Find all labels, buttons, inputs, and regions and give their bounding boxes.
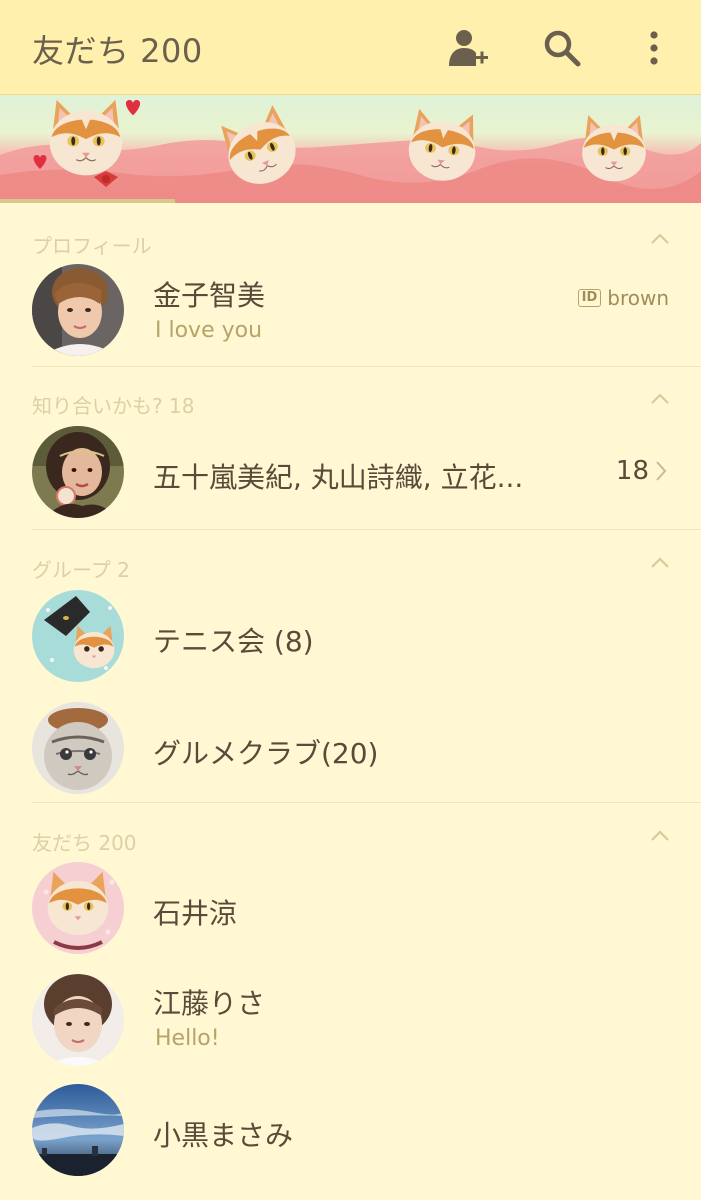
avatar (32, 264, 124, 356)
suggested-count: 18 (615, 456, 649, 486)
avatar (32, 702, 124, 794)
section-divider (32, 366, 701, 367)
id-badge: ID brown (577, 286, 669, 310)
section-label-friends: 友だち 200 (32, 831, 137, 855)
collapse-caret-icon[interactable] (649, 388, 671, 410)
cat-banner-illustration (0, 99, 701, 203)
search-icon[interactable] (540, 26, 584, 70)
suggested-friends-row[interactable]: 五十嵐美紀, 丸山詩織, 立花... 18 (0, 418, 701, 528)
collapse-caret-icon[interactable] (649, 825, 671, 847)
suggested-friends-names: 五十嵐美紀, 丸山詩織, 立花... (153, 461, 524, 494)
group-name: グルメクラブ(20) (153, 737, 379, 770)
section-header-suggested: 知り合いかも? 18 (0, 382, 701, 422)
friend-row[interactable]: 小黒まさみ (0, 1076, 701, 1186)
banner-page-indicator (0, 199, 701, 203)
avatar (32, 426, 124, 518)
profile-banner[interactable] (0, 95, 701, 203)
friend-status-message: Hello! (155, 1026, 220, 1051)
friend-row[interactable]: 江藤りさ Hello! (0, 966, 701, 1076)
friend-name: 江藤りさ (153, 987, 266, 1020)
profile-name: 金子智美 (153, 279, 266, 312)
section-divider (32, 529, 701, 530)
friend-name: 石井涼 (153, 897, 238, 930)
collapse-caret-icon[interactable] (649, 552, 671, 574)
avatar (32, 590, 124, 682)
group-row-tennis[interactable]: テニス会 (8) (0, 582, 701, 692)
profile-status-message: I love you (155, 318, 263, 343)
id-box-icon: ID (577, 289, 602, 307)
avatar (32, 1084, 124, 1176)
add-friend-icon[interactable] (446, 26, 490, 70)
chevron-right-icon (656, 461, 667, 481)
friend-name: 小黒まさみ (153, 1119, 294, 1152)
section-label-profile: プロフィール (32, 234, 152, 258)
group-row-gourmet[interactable]: グルメクラブ(20) (0, 694, 701, 804)
id-value: brown (607, 286, 669, 310)
friend-row[interactable]: 石井涼 (0, 856, 701, 966)
group-name: テニス会 (8) (153, 625, 314, 658)
avatar (32, 974, 124, 1066)
section-header-groups: グループ 2 (0, 546, 701, 586)
banner-page-indicator-fill (0, 199, 176, 203)
more-vert-icon[interactable] (632, 26, 676, 70)
my-profile-row[interactable]: 金子智美 I love you ID brown (0, 262, 701, 372)
section-header-profile: プロフィール (0, 222, 701, 262)
section-label-suggested: 知り合いかも? 18 (32, 394, 195, 418)
section-divider (32, 802, 701, 803)
avatar (32, 862, 124, 954)
app-header: 友だち 200 (0, 0, 701, 95)
page-title: 友だち 200 (32, 32, 203, 70)
section-header-friends: 友だち 200 (0, 819, 701, 859)
section-label-groups: グループ 2 (32, 558, 130, 582)
collapse-caret-icon[interactable] (649, 228, 671, 250)
